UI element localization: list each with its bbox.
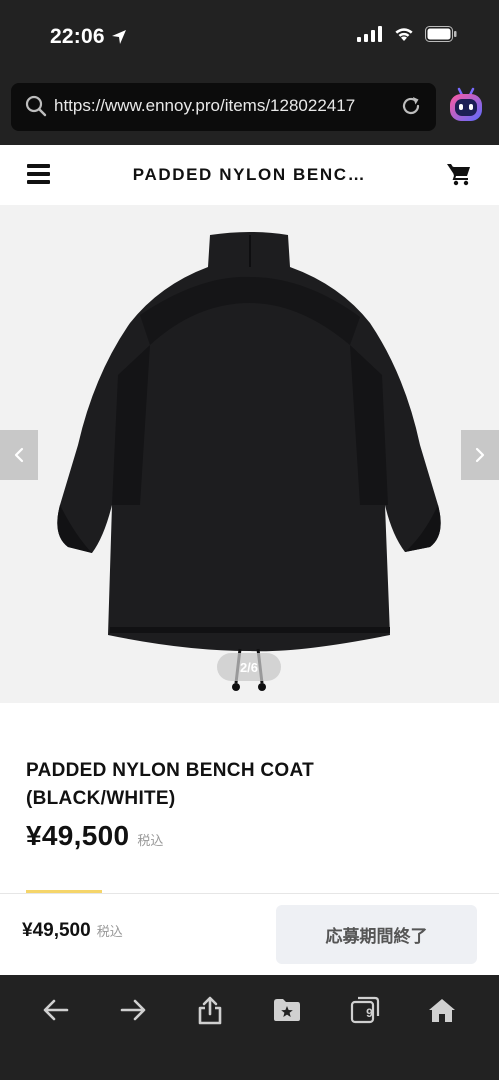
gallery-next-button[interactable] [461,430,499,480]
forward-arrow-icon [120,999,146,1021]
application-closed-button[interactable]: 応募期間終了 [276,905,477,964]
extension-icon[interactable] [446,85,486,125]
forward-button[interactable] [113,993,153,1027]
cart-icon[interactable] [446,162,472,186]
product-name-line2: (BLACK/WHITE) [26,788,176,809]
url-text[interactable]: https://www.ennoy.pro/items/128022417 [54,96,355,116]
purchase-tax-label: 税込 [96,924,123,939]
address-bar[interactable]: https://www.ennoy.pro/items/128022417 [11,83,436,131]
back-arrow-icon [43,999,69,1021]
product-price: ¥49,500 税込 [26,820,163,852]
bookmarks-icon [274,999,300,1021]
browser-chrome: https://www.ennoy.pro/items/128022417 [0,75,499,145]
reload-icon[interactable] [400,95,422,117]
tabs-button[interactable]: 9 [345,993,385,1027]
chevron-right-icon [475,447,485,463]
gallery-counter: 2/6 [217,653,281,681]
bookmarks-button[interactable] [267,993,307,1027]
price-value: ¥49,500 [26,820,130,851]
chevron-left-icon [14,447,24,463]
status-time-group: 22:06 [50,25,127,49]
site-header: PADDED NYLON BENC… [0,145,499,205]
back-button[interactable] [36,993,76,1027]
product-name: PADDED NYLON BENCH COAT (BLACK/WHITE) [26,757,466,813]
purchase-bar-price: ¥49,500 税込 [22,920,123,942]
product-info: PADDED NYLON BENCH COAT (BLACK/WHITE) ¥4… [0,703,499,893]
cellular-signal-icon [357,26,382,42]
wifi-icon [395,28,413,41]
share-icon [198,996,222,1025]
tab-count: 9 [366,1006,373,1020]
status-time: 22:06 [50,25,105,48]
gallery-prev-button[interactable] [0,430,38,480]
home-button[interactable] [422,993,462,1027]
product-image [57,232,441,691]
home-icon [429,999,455,1022]
product-name-line1: PADDED NYLON BENCH COAT [26,760,315,781]
product-gallery[interactable]: 2/6 [0,205,499,703]
purchase-bar: ¥49,500 税込 応募期間終了 [0,893,499,975]
battery-icon [425,26,457,42]
page-title: PADDED NYLON BENC… [132,165,367,184]
tax-label: 税込 [137,833,164,848]
search-icon [25,95,47,117]
purchase-price-value: ¥49,500 [22,920,91,941]
location-arrow-icon [111,30,126,44]
status-bar: 22:06 [0,0,499,75]
status-icons [357,26,457,42]
share-button[interactable] [190,993,230,1027]
browser-toolbar: 9 [0,975,499,1080]
